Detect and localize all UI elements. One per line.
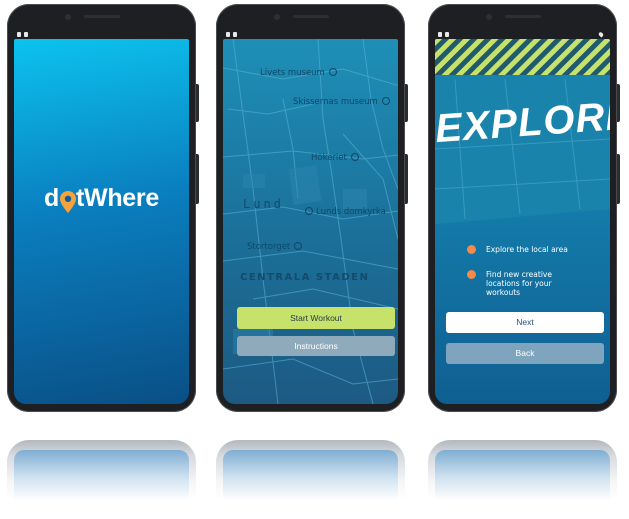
location-marker-icon bbox=[350, 153, 359, 161]
logo-text-suffix: tWhere bbox=[76, 184, 159, 212]
map-place-label: Lunds domkyrka bbox=[305, 207, 386, 217]
landmark-icon bbox=[305, 207, 313, 215]
signal-icon bbox=[17, 32, 21, 37]
phone-reflection bbox=[7, 440, 196, 500]
sim-icon bbox=[24, 32, 28, 37]
feature-bullet-text: Find new creative locations for your wor… bbox=[486, 270, 552, 297]
start-workout-button[interactable]: Start Workout bbox=[237, 307, 395, 329]
sim-icon bbox=[233, 32, 237, 37]
app-logo: d tWhere bbox=[14, 184, 189, 213]
signal-icon bbox=[438, 32, 442, 37]
bullet-dot-icon bbox=[467, 270, 476, 279]
back-button[interactable]: Back bbox=[446, 343, 604, 364]
map-place-label: Livets museum bbox=[260, 68, 337, 78]
logo-text-prefix: d bbox=[44, 184, 60, 212]
location-marker-icon bbox=[328, 68, 337, 76]
phone-map: Livets museum Skissernas museum Hökeriet… bbox=[216, 4, 408, 412]
bullet-dot-icon bbox=[467, 245, 476, 254]
map-place-label: Stortorget bbox=[247, 242, 303, 252]
map-pin-icon bbox=[59, 191, 76, 213]
phone-reflection bbox=[428, 440, 617, 500]
location-marker-icon bbox=[294, 242, 303, 250]
next-button[interactable]: Next bbox=[446, 312, 604, 333]
map-district-label: CENTRALA STADEN bbox=[240, 272, 370, 283]
explore-screen: EXPLORE Explore the local area Find new … bbox=[435, 39, 610, 404]
map-place-label: Hökeriet bbox=[311, 153, 359, 163]
instructions-button[interactable]: Instructions bbox=[237, 336, 395, 356]
sim-icon bbox=[445, 32, 449, 37]
phone-reflection bbox=[216, 440, 405, 500]
map-city-label: Lund bbox=[243, 197, 284, 211]
phone-splash: d tWhere bbox=[7, 4, 199, 412]
splash-screen: d tWhere bbox=[14, 39, 189, 404]
location-status-icon bbox=[597, 31, 605, 38]
location-marker-icon bbox=[381, 97, 390, 105]
map-screen: Livets museum Skissernas museum Hökeriet… bbox=[223, 39, 398, 404]
map-place-label: Skissernas museum bbox=[293, 97, 390, 107]
phone-explore: EXPLORE Explore the local area Find new … bbox=[428, 4, 620, 412]
feature-bullet-text: Explore the local area bbox=[486, 245, 568, 254]
signal-icon bbox=[226, 32, 230, 37]
